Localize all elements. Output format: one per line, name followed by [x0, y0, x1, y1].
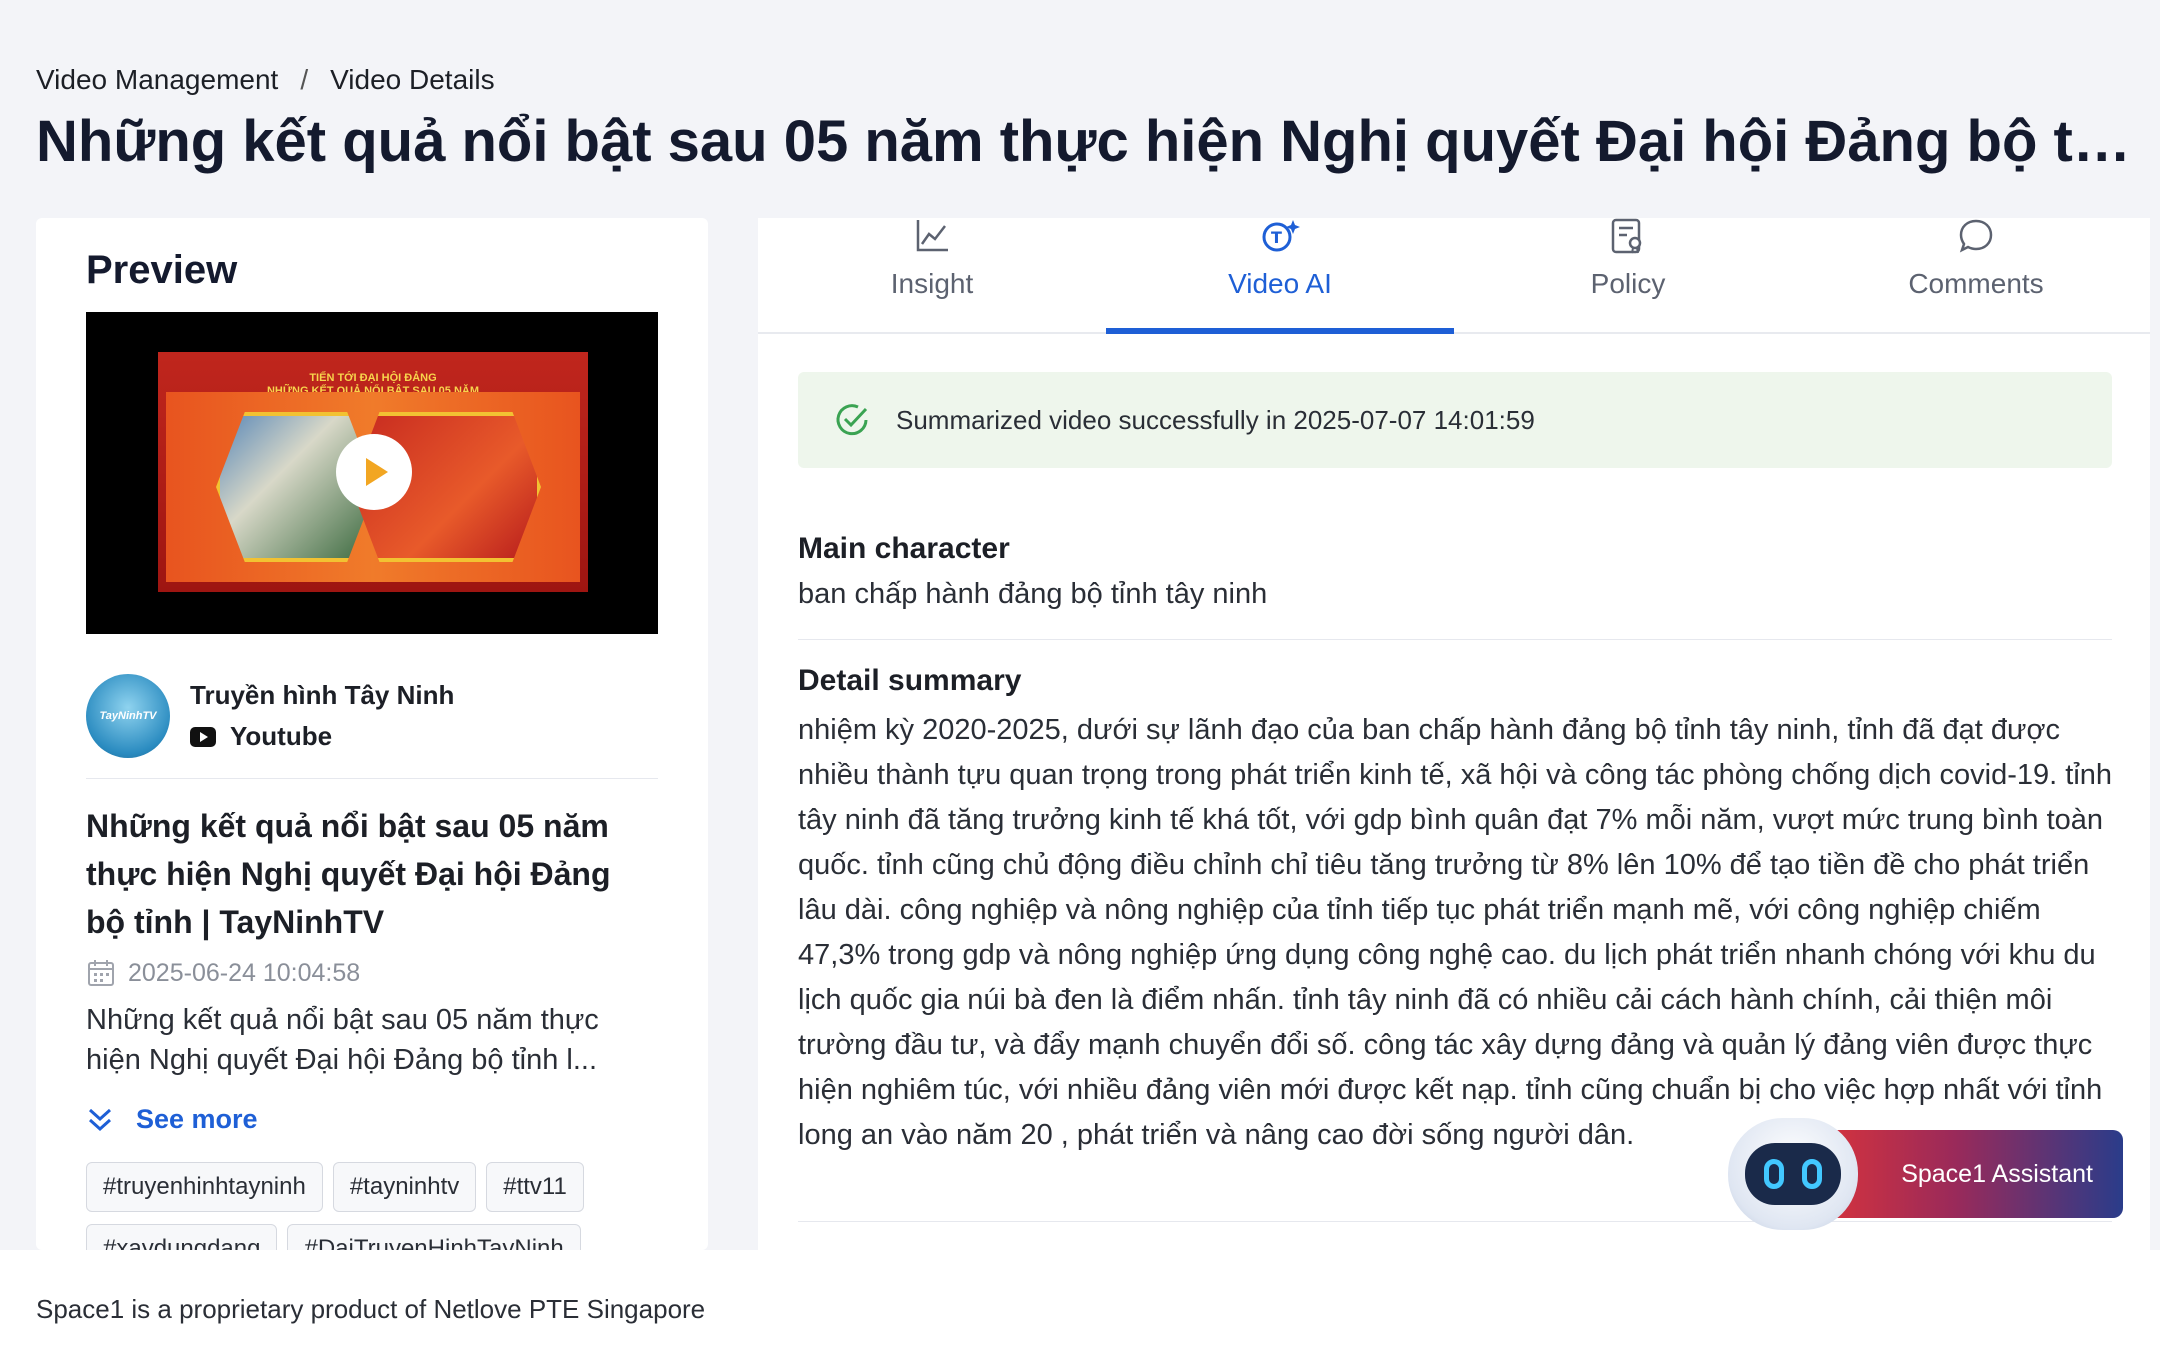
see-more-label: See more	[136, 1104, 258, 1134]
page-title: Những kết quả nổi bật sau 05 năm thực hi…	[36, 109, 2136, 174]
tab-policy-label: Policy	[1590, 268, 1666, 299]
calendar-icon	[88, 960, 114, 986]
tag-chip[interactable]: #truyenhinhtayninh	[86, 1162, 323, 1212]
divider	[86, 778, 658, 779]
detail-summary-label: Detail summary	[798, 664, 1022, 697]
tag-chip[interactable]: #tayninhtv	[332, 1162, 477, 1212]
chevron-double-down-icon	[88, 1108, 112, 1131]
tab-insight-label: Insight	[890, 268, 974, 299]
channel-name: Truyền hình Tây Ninh	[190, 680, 455, 710]
assistant-pill[interactable]: Space1 Assistant	[1818, 1130, 2123, 1218]
tab-video-ai[interactable]: T Video AI	[1106, 218, 1454, 334]
tag-chip[interactable]: #DaiTruyenHinhTayNinh	[287, 1224, 581, 1250]
check-circle-icon	[836, 404, 868, 436]
comment-bubble-icon	[1959, 219, 1993, 253]
tag-chip[interactable]: #xaydungdang	[86, 1224, 278, 1250]
main-character-label: Main character	[798, 532, 1010, 565]
svg-text:T: T	[1271, 228, 1282, 247]
tab-comments[interactable]: Comments	[1802, 218, 2150, 332]
footer-text: Space1 is a proprietary product of Netlo…	[36, 1294, 706, 1324]
video-title: Những kết quả nổi bật sau 05 năm thực hi…	[86, 808, 611, 940]
breadcrumb-current: Video Details	[330, 64, 495, 95]
channel-avatar: TayNinhTV	[86, 674, 170, 758]
divider	[798, 1221, 2112, 1222]
assistant-label: Space1 Assistant	[1901, 1159, 2093, 1188]
divider	[798, 639, 2112, 640]
publish-date: 2025-06-24 10:04:58	[86, 958, 360, 988]
video-player[interactable]: TIẾN TỚI ĐẠI HỘI ĐẢNG NHỮNG KẾT QUẢ NỔI …	[86, 312, 658, 634]
robot-icon[interactable]	[1728, 1118, 1858, 1230]
youtube-icon	[190, 726, 216, 747]
tab-policy[interactable]: Policy	[1454, 218, 1802, 332]
tab-bar: Insight T Video AI Policy Comments	[758, 218, 2150, 334]
main-character-value: ban chấp hành đảng bộ tỉnh tây ninh	[798, 578, 1268, 610]
chart-line-icon	[916, 220, 948, 252]
detail-panel: Insight T Video AI Policy Comments Summa…	[758, 218, 2150, 1250]
tag-chip[interactable]: #ttv11	[486, 1162, 584, 1212]
play-button[interactable]	[336, 434, 412, 510]
tab-video-ai-label: Video AI	[1228, 268, 1332, 299]
breadcrumb-separator: /	[300, 64, 309, 95]
video-description: Những kết quả nổi bật sau 05 năm thực hi…	[86, 1004, 599, 1076]
ai-sparkle-icon: T	[1262, 220, 1300, 252]
channel-source: Youtube	[190, 721, 454, 752]
preview-card: Preview TIẾN TỚI ĐẠI HỘI ĐẢNG NHỮNG KẾT …	[36, 218, 708, 1250]
publish-date-value: 2025-06-24 10:04:58	[128, 958, 361, 987]
breadcrumb: Video Management / Video Details	[36, 64, 495, 96]
footer: Space1 is a proprietary product of Netlo…	[0, 1250, 2160, 1350]
detail-summary-text: nhiệm kỳ 2020-2025, dưới sự lãnh đạo của…	[798, 714, 2113, 1151]
status-message: Summarized video successfully in 2025-07…	[896, 404, 1535, 435]
channel-logo-text: TayNinhTV	[99, 710, 157, 722]
assistant-button[interactable]: Space1 Assistant	[1728, 1118, 2123, 1230]
status-banner: Summarized video successfully in 2025-07…	[798, 372, 2112, 468]
tag-list: #truyenhinhtayninh #tayninhtv #ttv11 #xa…	[86, 1162, 666, 1250]
breadcrumb-parent-link[interactable]: Video Management	[36, 64, 278, 96]
channel-source-label: Youtube	[230, 721, 333, 751]
policy-doc-icon	[1611, 218, 1642, 254]
channel-row: TayNinhTV Truyền hình Tây Ninh Youtube	[86, 674, 454, 758]
tab-comments-label: Comments	[1908, 268, 2044, 299]
see-more-button[interactable]: See more	[86, 1104, 258, 1135]
preview-heading: Preview	[86, 248, 238, 292]
tab-insight[interactable]: Insight	[758, 218, 1106, 332]
